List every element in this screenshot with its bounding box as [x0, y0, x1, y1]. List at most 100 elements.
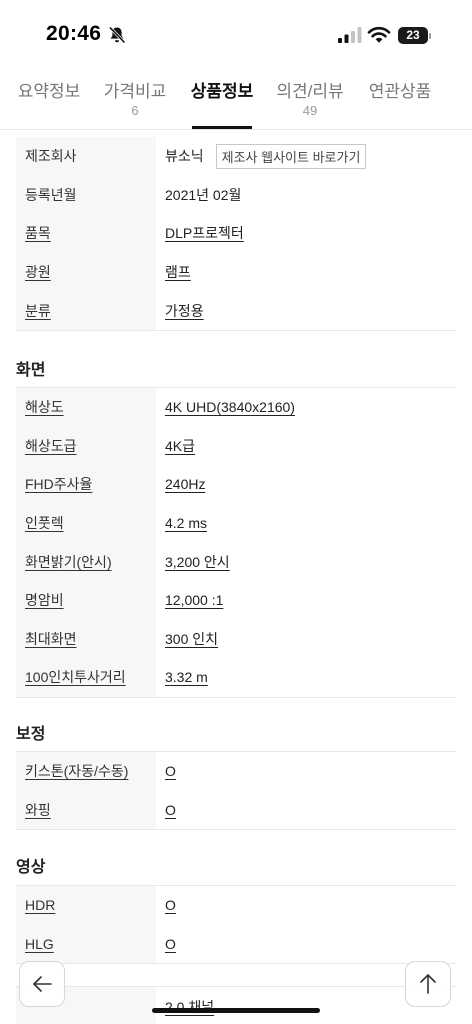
- spec-key: 100인치투사거리: [16, 658, 156, 697]
- tab-price-compare-label: 가격비교: [103, 82, 167, 101]
- spec-value-link[interactable]: O: [165, 936, 176, 952]
- spec-value-link[interactable]: O: [165, 802, 176, 818]
- spec-key: 광원: [16, 252, 156, 292]
- spec-value-link[interactable]: 램프: [165, 262, 191, 282]
- spec-value: 램프: [165, 253, 456, 292]
- status-time: 20:46: [46, 22, 102, 45]
- spec-value: DLP프로젝터: [165, 214, 456, 253]
- spec-key: 와핑: [16, 790, 156, 830]
- spec-key-link[interactable]: 품목: [25, 223, 51, 243]
- spec-table-video: HDR O HLG O: [16, 885, 456, 965]
- spec-key-link[interactable]: 화면밝기(안시): [25, 552, 112, 572]
- spec-row: 100인치투사거리 3.32 m: [16, 658, 456, 697]
- spec-key: FHD주사율: [16, 465, 156, 504]
- tab-reviews-label: 의견/리뷰: [276, 82, 344, 101]
- spec-key-link[interactable]: 100인치투사거리: [25, 667, 126, 687]
- spec-key-link[interactable]: 광원: [25, 262, 51, 282]
- spec-value-link[interactable]: 2.0 채널: [165, 997, 214, 1017]
- spec-key-link[interactable]: 키스톤(자동/수동): [25, 761, 128, 781]
- spec-row: 분류 가정용: [16, 291, 456, 330]
- spec-value: O: [165, 791, 456, 830]
- spec-value-link[interactable]: DLP프로젝터: [165, 223, 244, 243]
- back-button[interactable]: [19, 961, 65, 1007]
- spec-key-link[interactable]: 최대화면: [25, 629, 77, 649]
- spec-value-link[interactable]: 가정용: [165, 301, 204, 321]
- section-title-screen: 화면: [16, 362, 46, 379]
- spec-row: HDR O: [16, 886, 456, 925]
- spec-value: 4K급: [165, 427, 456, 466]
- tab-related[interactable]: 연관상품: [364, 82, 436, 130]
- tab-summary[interactable]: 요약정보: [14, 82, 84, 130]
- spec-table-audio-partial: 2.0 채널: [16, 986, 456, 1024]
- tab-summary-label: 요약정보: [17, 82, 81, 101]
- spec-key-link[interactable]: 해상도급: [25, 436, 77, 456]
- spec-key: 명암비: [16, 580, 156, 620]
- spec-row: 해상도급 4K급: [16, 426, 456, 466]
- spec-key-link[interactable]: 인풋렉: [25, 513, 64, 533]
- spec-key-link[interactable]: 명암비: [25, 590, 64, 610]
- spec-value: 300 인치: [165, 620, 456, 659]
- spec-key-link[interactable]: HLG: [25, 936, 54, 952]
- spec-row: 광원 램프: [16, 252, 456, 292]
- spec-value-link[interactable]: 12,000 :1: [165, 592, 223, 608]
- spec-row: 키스톤(자동/수동) O: [16, 752, 456, 791]
- spec-value: 가정용: [165, 291, 456, 330]
- spec-value-link[interactable]: 4K급: [165, 436, 195, 456]
- arrow-left-icon: [33, 976, 52, 992]
- tab-reviews[interactable]: 의견/리뷰 49: [272, 82, 348, 130]
- spec-key: 최대화면: [16, 619, 156, 659]
- spec-key: 인풋렉: [16, 503, 156, 543]
- spec-value: 뷰소닉 제조사 웹사이트 바로가기: [165, 137, 456, 176]
- spec-key: 화면밝기(안시): [16, 542, 156, 581]
- spec-row: 와핑 O: [16, 790, 456, 830]
- spec-row: 해상도 4K UHD(3840x2160): [16, 388, 456, 427]
- spec-key: 제조회사: [16, 137, 156, 176]
- signal-icon: [338, 27, 362, 43]
- spec-value-link[interactable]: 240Hz: [165, 476, 205, 492]
- spec-row: 제조회사 뷰소닉 제조사 웹사이트 바로가기: [16, 137, 456, 176]
- spec-row: HLG O: [16, 924, 456, 964]
- spec-key-link[interactable]: 해상도: [25, 397, 64, 417]
- spec-table-general: 제조회사 뷰소닉 제조사 웹사이트 바로가기 등록년월 2021년 02월 품목…: [16, 137, 456, 331]
- scroll-top-button[interactable]: [405, 961, 451, 1007]
- spec-value-link[interactable]: 4K UHD(3840x2160): [165, 399, 295, 415]
- spec-key-link[interactable]: 분류: [25, 301, 51, 321]
- section-title-video: 영상: [16, 859, 46, 876]
- spec-row: 2.0 채널: [16, 987, 456, 1024]
- spec-value: 2021년 02월: [165, 186, 242, 203]
- tab-price-compare[interactable]: 가격비교 6: [100, 82, 170, 130]
- spec-value-link[interactable]: 4.2 ms: [165, 515, 207, 531]
- home-indicator[interactable]: [152, 1008, 320, 1013]
- tab-related-label: 연관상품: [368, 82, 432, 101]
- spec-key: HLG: [16, 924, 156, 964]
- spec-value-text: 뷰소닉: [165, 148, 204, 165]
- tab-reviews-count: 49: [302, 103, 318, 118]
- spec-key: 해상도: [16, 388, 156, 427]
- spec-value-link[interactable]: 3.32 m: [165, 669, 208, 685]
- spec-key: 키스톤(자동/수동): [16, 752, 156, 791]
- battery-level: 23: [406, 28, 420, 42]
- spec-value: O: [165, 886, 456, 925]
- spec-key-link[interactable]: FHD주사율: [25, 474, 92, 494]
- spec-value: 3,200 안시: [165, 542, 456, 581]
- spec-key-link[interactable]: HDR: [25, 897, 55, 913]
- wifi-icon: [367, 26, 391, 43]
- spec-row: 최대화면 300 인치: [16, 619, 456, 659]
- manufacturer-website-button[interactable]: 제조사 웹사이트 바로가기: [215, 143, 367, 169]
- spec-table-screen: 해상도 4K UHD(3840x2160) 해상도급 4K급 FHD주사율 24…: [16, 387, 456, 698]
- bell-slash-icon: [108, 26, 126, 44]
- spec-key: 해상도급: [16, 426, 156, 466]
- spec-row: FHD주사율 240Hz: [16, 465, 456, 504]
- spec-value-link[interactable]: O: [165, 897, 176, 913]
- tab-price-compare-count: 6: [131, 103, 139, 118]
- spec-value-link[interactable]: 3,200 안시: [165, 552, 230, 572]
- spec-row: 화면밝기(안시) 3,200 안시: [16, 542, 456, 581]
- arrow-up-icon: [420, 974, 436, 994]
- tab-bar: 요약정보 가격비교 6 상품정보 의견/리뷰 49 연관상품: [0, 82, 472, 130]
- spec-value-link[interactable]: 300 인치: [165, 629, 218, 649]
- spec-table-correction: 키스톤(자동/수동) O 와핑 O: [16, 751, 456, 831]
- spec-key-link[interactable]: 와핑: [25, 800, 51, 820]
- spec-row: 등록년월 2021년 02월: [16, 175, 456, 215]
- tab-product-info[interactable]: 상품정보: [187, 82, 257, 130]
- spec-value-link[interactable]: O: [165, 763, 176, 779]
